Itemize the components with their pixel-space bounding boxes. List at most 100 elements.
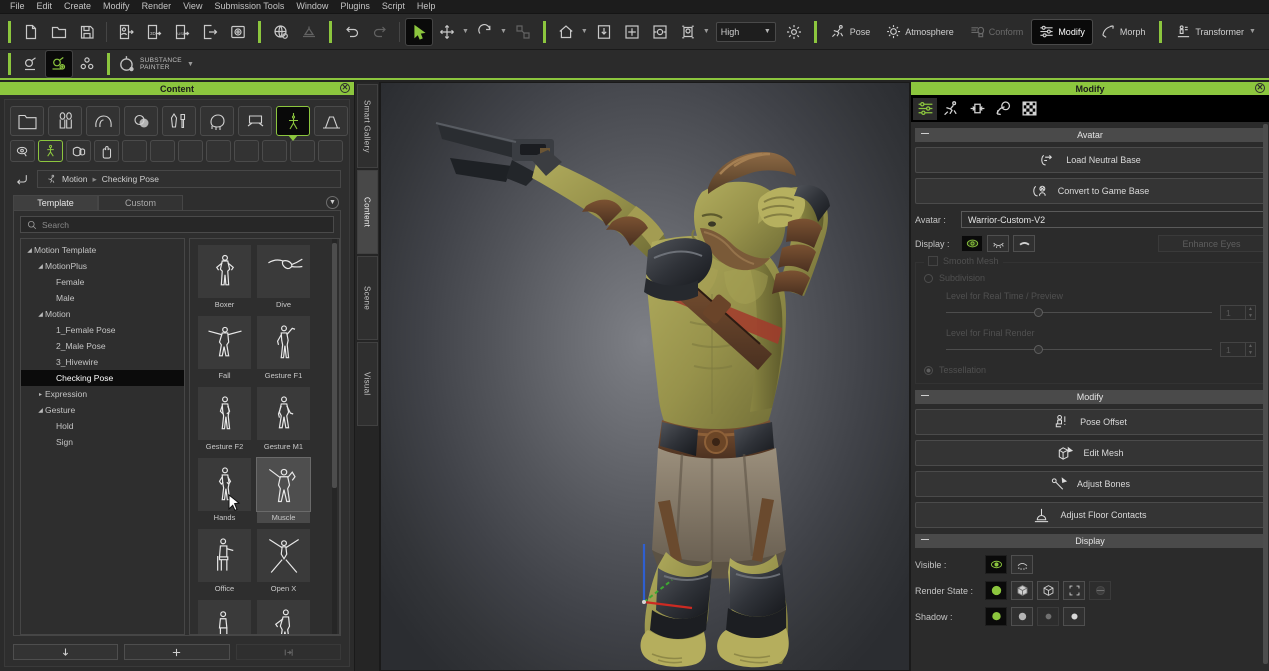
shadow-light-icon[interactable] [1037,607,1059,626]
load-neutral-base-button[interactable]: Load Neutral Base [915,147,1265,173]
thumbnail-cell-hands[interactable]: Hands [198,458,251,523]
thumbnail-cell-10[interactable] [198,600,251,634]
menu-item-submission-tools[interactable]: Submission Tools [208,0,290,13]
export-icon[interactable] [197,19,223,45]
accessory-icon[interactable] [18,51,44,77]
thumbnail-cell-gesture-f2[interactable]: Gesture F2 [198,387,251,452]
hair-icon[interactable] [86,106,120,136]
thumbnail-cell-open-x[interactable]: Open X [257,529,310,594]
hand-icon[interactable] [94,140,119,162]
home-icon[interactable] [553,19,579,45]
sliders-icon[interactable] [913,97,937,120]
vertical-tab-visual[interactable]: Visual [356,342,378,426]
align-icon[interactable] [965,98,989,120]
edit-mesh-button[interactable]: Edit Mesh [915,440,1265,466]
mode-button-modify[interactable]: Modify [1031,18,1093,45]
avatar-icon[interactable] [48,106,82,136]
rotate-options-caret[interactable]: ▼ [500,28,507,35]
bounding-box-icon[interactable] [1063,581,1085,600]
shadow-soft-icon[interactable] [1011,607,1033,626]
globe-icon[interactable] [268,19,294,45]
mode-button-atmosphere[interactable]: Atmosphere [879,20,961,44]
makeup-icon[interactable] [162,106,196,136]
skin-icon[interactable] [124,106,158,136]
export-preview-icon[interactable] [225,19,251,45]
breadcrumb[interactable]: Motion ▸ Checking Pose [37,170,341,188]
transfer-icon[interactable] [235,644,341,660]
thumbnail-cell-fall[interactable]: Fall [198,316,251,381]
search-input[interactable]: Search [20,216,334,233]
mode-button-pose[interactable]: Pose [824,20,878,44]
tab-template[interactable]: Template [13,195,98,210]
section-header-avatar[interactable]: Avatar [915,128,1265,142]
realtime-level-spinner[interactable]: 1 ▲ ▼ [1220,305,1256,320]
modify-panel-scrollbar[interactable] [1263,124,1268,664]
select-cursor-icon[interactable] [405,17,433,46]
smooth-mesh-legend[interactable]: Smooth Mesh [924,256,1003,266]
tree-node-female[interactable]: Female [21,274,184,290]
tree-twisty-icon[interactable]: ▸ [36,391,45,398]
terrain-icon[interactable] [296,19,322,45]
light-icon[interactable] [781,19,807,45]
shadow-full-icon[interactable] [985,607,1007,626]
pose-offset-button[interactable]: Pose Offset [915,409,1265,435]
thumbnail-cell-gesture-f1[interactable]: Gesture F1 [257,316,310,381]
prop-icon[interactable] [238,106,272,136]
category-slot-empty-9[interactable] [262,140,287,162]
tab-custom[interactable]: Custom [98,195,183,210]
mode-button-morph[interactable]: Morph [1094,20,1153,44]
ghost-icon[interactable] [1011,555,1033,574]
new-file-icon[interactable] [18,19,44,45]
back-button[interactable] [13,171,31,187]
fit-icon[interactable] [591,19,617,45]
subdivision-radio[interactable] [924,273,933,283]
props-icon[interactable] [74,51,100,77]
thumbnail-cell-muscle[interactable]: Muscle [256,457,311,523]
substance-caret-icon[interactable]: ▼ [187,61,194,68]
adjust-floor-contacts-button[interactable]: Adjust Floor Contacts [915,502,1265,528]
convert-to-game-base-button[interactable]: Convert to Game Base [915,178,1265,204]
vertical-tab-content[interactable]: Content [356,170,378,254]
checker-icon[interactable] [1017,98,1041,120]
final-render-level-spinner[interactable]: 1 ▲ ▼ [1220,342,1256,357]
eye-visible-icon[interactable] [985,555,1007,574]
import-usd-icon[interactable]: USD [169,19,195,45]
creature-icon[interactable] [200,106,234,136]
undo-icon[interactable] [339,19,365,45]
eyebrow-icon[interactable] [1013,235,1035,252]
tessellation-radio[interactable] [924,365,933,375]
eye-icon[interactable] [10,140,35,162]
accessory-add-icon[interactable] [45,50,73,78]
move-options-caret[interactable]: ▼ [462,28,469,35]
thumbnail-cell-office[interactable]: Office [198,529,251,594]
collapse-chevron-icon[interactable]: ▼ [326,196,339,209]
expression-icon[interactable] [66,140,91,162]
enhance-eyes-button[interactable]: Enhance Eyes [1158,235,1265,252]
frame-selected-icon[interactable] [647,19,673,45]
close-icon[interactable]: ✕ [340,83,350,93]
menu-item-plugins[interactable]: Plugins [334,0,376,13]
pose-figure-icon[interactable] [38,140,63,162]
thumbnail-cell-boxer[interactable]: Boxer [198,245,251,310]
section-header-display[interactable]: Display [915,534,1265,548]
frame-all-icon[interactable] [619,19,645,45]
menu-item-script[interactable]: Script [376,0,411,13]
category-slot-empty-6[interactable] [178,140,203,162]
vertical-tab-scene[interactable]: Scene [356,256,378,340]
pose-icon[interactable] [939,98,963,120]
category-slot-empty-11[interactable] [318,140,343,162]
tree-node-checking-pose[interactable]: Checking Pose [21,370,184,386]
move-icon[interactable] [434,19,460,45]
category-slot-empty-5[interactable] [150,140,175,162]
thumbnail-cell-11[interactable] [257,600,310,634]
menu-item-help[interactable]: Help [411,0,442,13]
thumbnail-cell-gesture-m1[interactable]: Gesture M1 [257,387,310,452]
box-icon[interactable] [1011,581,1033,600]
eyelash-icon[interactable] [987,235,1009,252]
tree-node-gesture[interactable]: ◢ Gesture [21,402,184,418]
rotate-icon[interactable] [472,19,498,45]
category-slot-empty-7[interactable] [206,140,231,162]
transparent-icon[interactable] [1089,581,1111,600]
mode-button-conform[interactable]: Conform [963,20,1031,44]
morph-icon[interactable] [991,98,1015,120]
